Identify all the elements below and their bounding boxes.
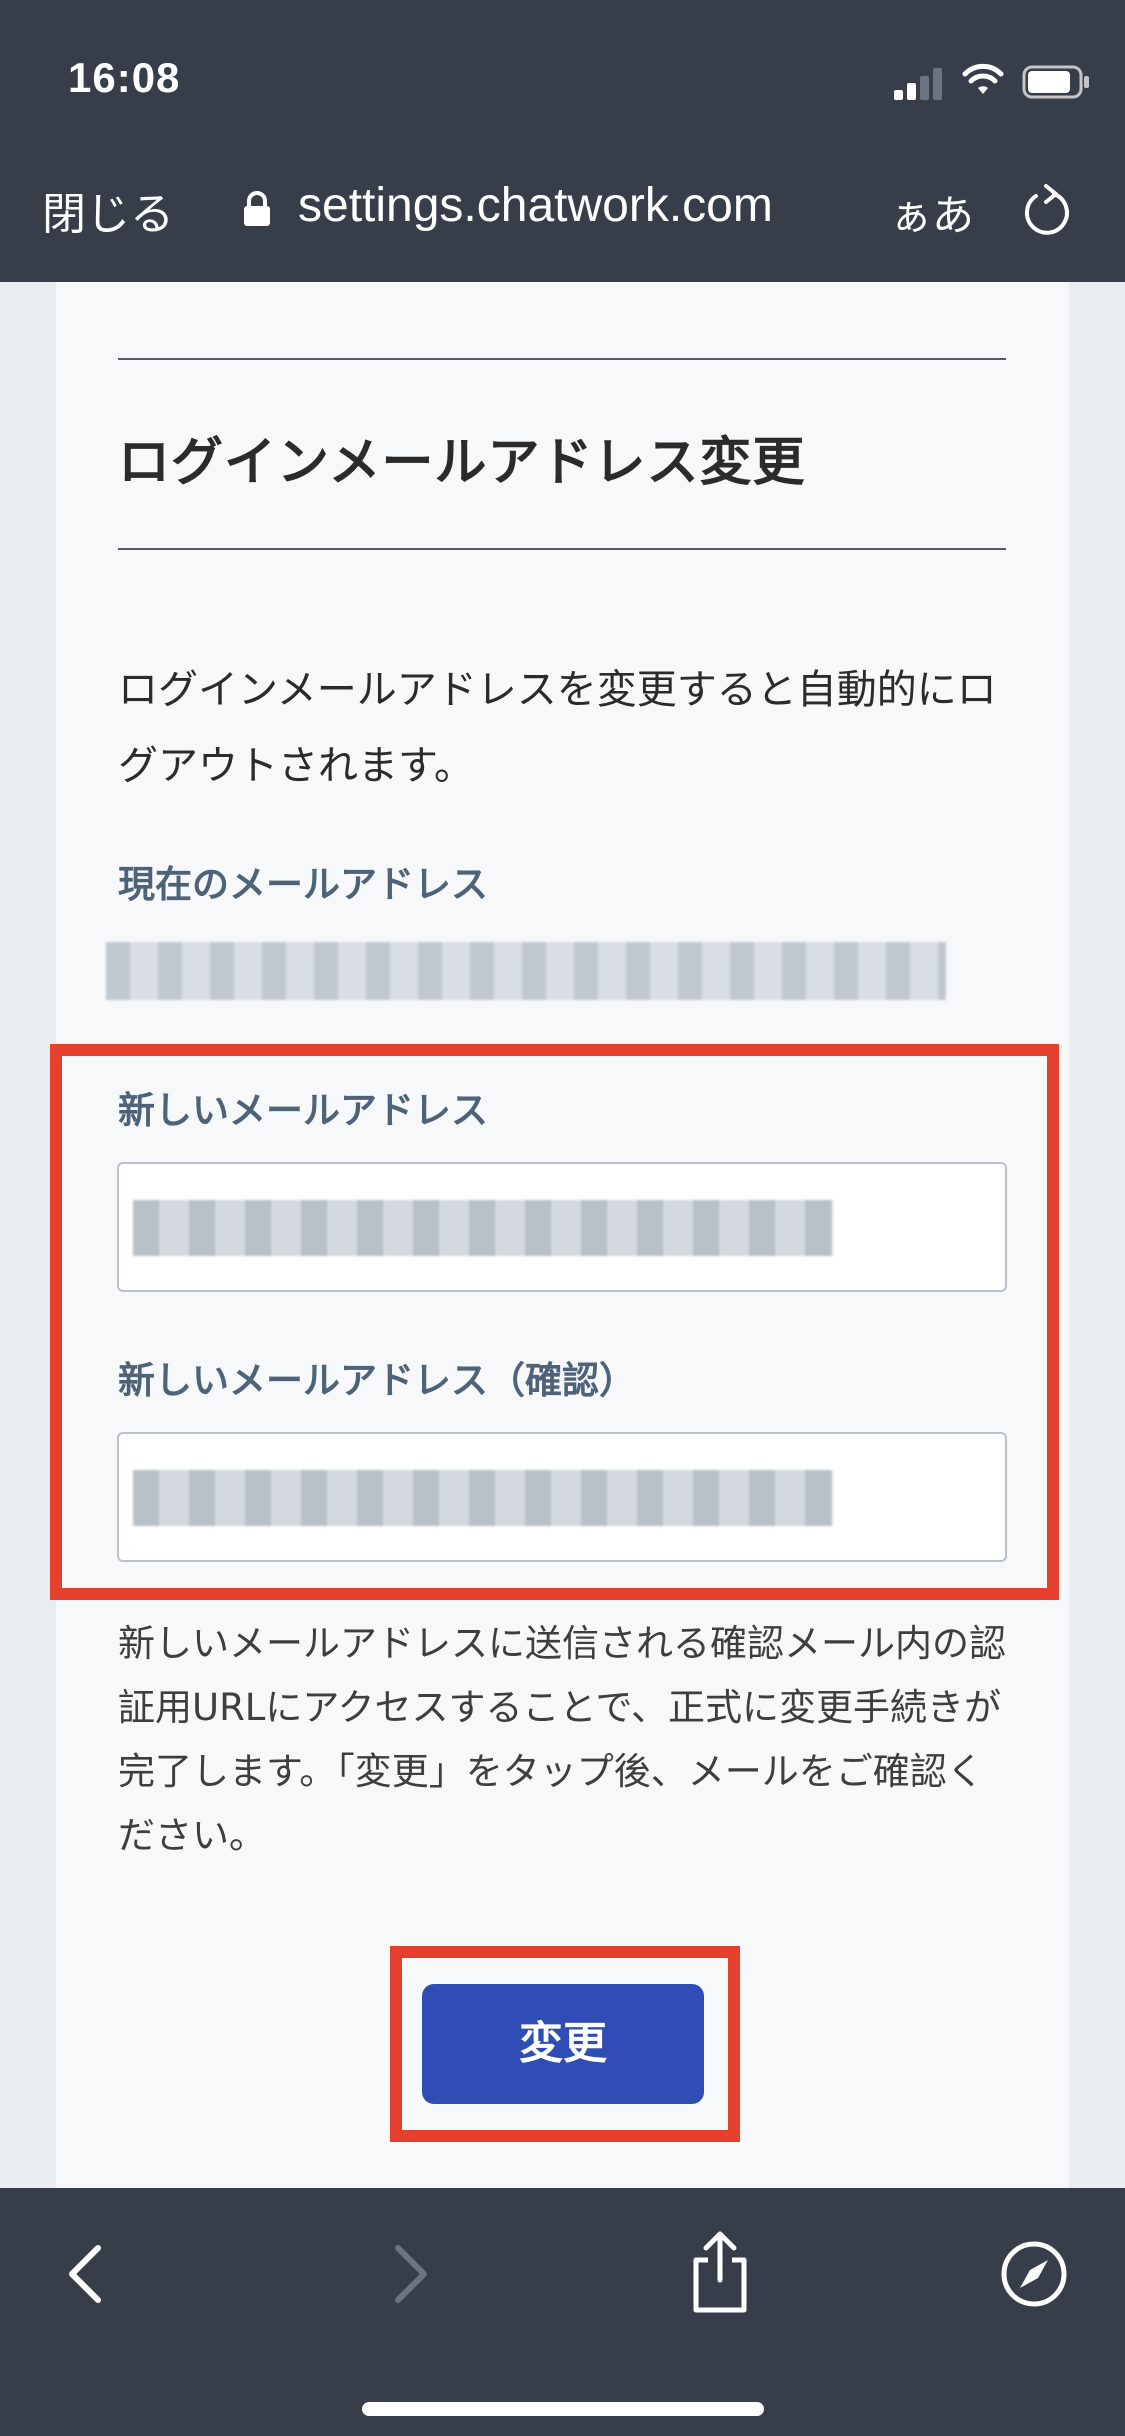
- forward-icon[interactable]: [372, 2234, 444, 2314]
- wifi-icon: [962, 63, 1004, 94]
- new-email-value-redacted: [133, 1200, 833, 1256]
- address-bar-row: 閉じる settings.chatwork.com ぁあ: [0, 170, 1125, 250]
- current-email-value-redacted: [106, 942, 946, 1000]
- back-icon[interactable]: [52, 2234, 124, 2314]
- browser-top-bar: 16:08 閉じる settings.chatwork.com ぁあ: [0, 0, 1125, 282]
- close-button[interactable]: 閉じる: [42, 178, 174, 242]
- current-email-label: 現在のメールアドレス: [118, 863, 488, 906]
- new-email-input[interactable]: [117, 1162, 1007, 1292]
- intro-text: ログインメールアドレスを変更すると自動的にログアウトされます。: [118, 667, 997, 789]
- browser-bottom-toolbar: [0, 2188, 1125, 2436]
- safari-compass-icon[interactable]: [998, 2234, 1070, 2314]
- page-title: ログインメールアドレス変更: [118, 433, 806, 493]
- title-top-divider: [118, 358, 1006, 360]
- confirm-email-input[interactable]: [117, 1432, 1007, 1562]
- address-url[interactable]: settings.chatwork.com: [298, 178, 773, 233]
- signal-icon: [894, 66, 944, 100]
- share-icon[interactable]: [684, 2226, 756, 2316]
- confirm-email-label: 新しいメールアドレス（確認）: [118, 1359, 636, 1402]
- settings-panel: ログインメールアドレス変更 ログインメールアドレスを変更すると自動的にログアウト…: [50, 282, 1069, 2188]
- lock-icon: [244, 191, 270, 226]
- reload-icon[interactable]: [1018, 180, 1072, 240]
- change-submit-button[interactable]: 変更: [422, 1984, 704, 2104]
- status-time: 16:08: [68, 54, 181, 101]
- new-email-label: 新しいメールアドレス: [118, 1089, 488, 1132]
- title-bottom-divider: [118, 548, 1006, 550]
- battery-icon: [1022, 65, 1089, 99]
- status-bar: 16:08: [0, 0, 1125, 150]
- home-indicator: [362, 2402, 764, 2416]
- confirmation-note: 新しいメールアドレスに送信される確認メール内の認証用URLにアクセスすることで、…: [118, 1622, 1006, 1857]
- text-size-button[interactable]: ぁあ: [890, 182, 974, 243]
- confirm-email-value-redacted: [133, 1470, 833, 1526]
